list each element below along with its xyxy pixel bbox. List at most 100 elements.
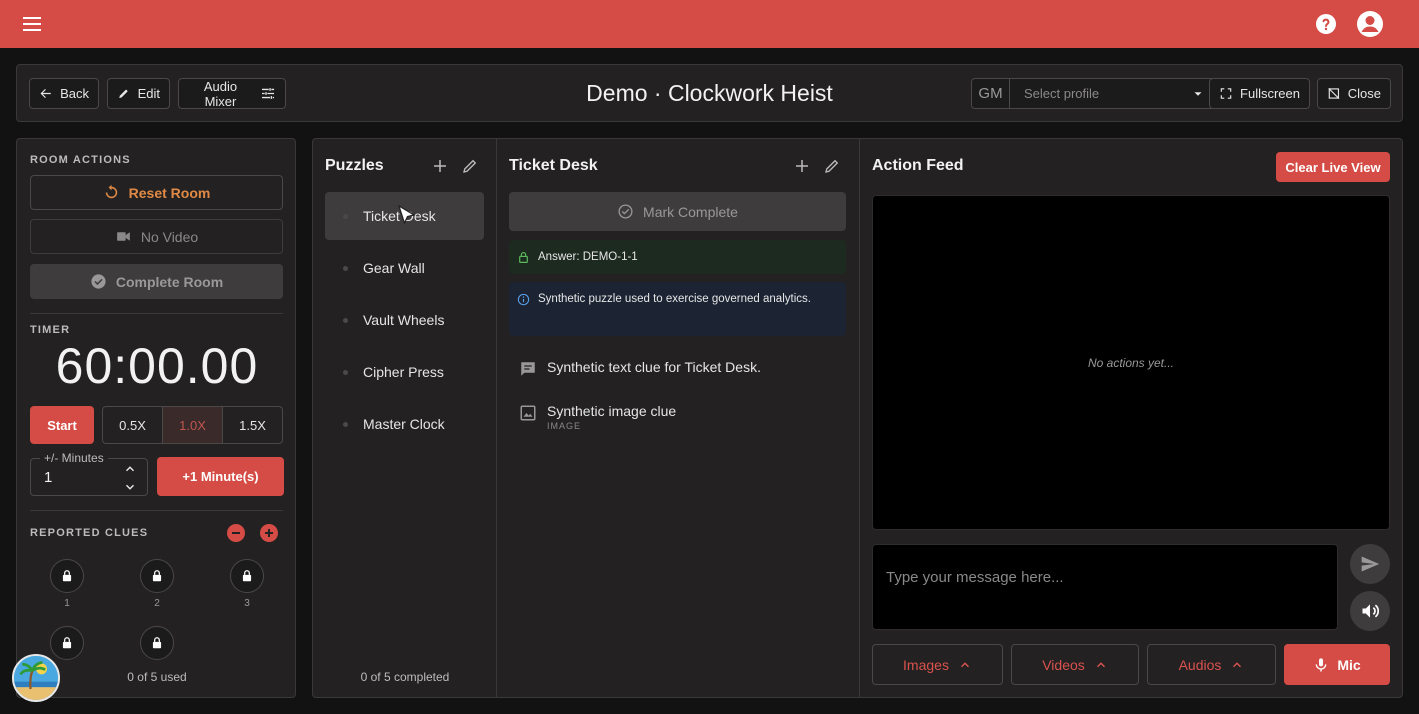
clue-slot-1[interactable] <box>50 559 84 593</box>
clue-item-text[interactable]: Synthetic text clue for Ticket Desk. <box>519 359 761 378</box>
complete-room-label: Complete Room <box>115 273 224 290</box>
close-window-icon <box>1328 87 1340 100</box>
edit-puzzles-icon[interactable] <box>461 157 481 177</box>
edit-puzzle-icon[interactable] <box>823 157 843 177</box>
room-actions-label: ROOM ACTIONS <box>30 154 131 166</box>
back-button[interactable]: Back <box>29 78 99 109</box>
audio-mixer-button[interactable]: Audio Mixer <box>178 78 286 109</box>
add-puzzle-icon[interactable] <box>431 157 451 177</box>
text-to-speech-button[interactable] <box>1350 591 1390 631</box>
puzzle-item-cipher-press[interactable]: Cipher Press <box>325 348 484 396</box>
puzzle-item-label: Vault Wheels <box>363 312 445 328</box>
minutes-spinner <box>123 462 141 494</box>
clue-slot-3[interactable] <box>230 559 264 593</box>
clue-text: Synthetic image clue <box>547 403 677 419</box>
puzzle-item-vault-wheels[interactable]: Vault Wheels <box>325 296 484 344</box>
edit-button[interactable]: Edit <box>107 78 170 109</box>
close-button[interactable]: Close <box>1317 78 1391 109</box>
feed-empty-text: No actions yet... <box>1087 355 1175 370</box>
fullscreen-button[interactable]: Fullscreen <box>1209 78 1310 109</box>
chevron-down-icon[interactable] <box>123 480 137 494</box>
room-actions-panel: ROOM ACTIONS Reset Room No Video Complet… <box>16 138 296 698</box>
images-button[interactable]: Images <box>872 644 1003 685</box>
clue-slot-4[interactable] <box>50 626 84 660</box>
chevron-up-icon[interactable] <box>123 462 137 476</box>
complete-room-button[interactable]: Complete Room <box>30 264 283 299</box>
remove-clue-icon[interactable] <box>227 524 245 542</box>
no-video-label: No Video <box>140 228 199 245</box>
profile-prefix: GM <box>972 79 1010 108</box>
no-video-button[interactable]: No Video <box>30 219 283 254</box>
add-clue-to-puzzle-icon[interactable] <box>793 157 813 177</box>
lock-icon <box>152 637 162 649</box>
puzzle-item-label: Master Clock <box>363 416 445 432</box>
divider <box>30 510 283 511</box>
speed-0-5x[interactable]: 0.5X <box>103 407 163 443</box>
mark-complete-button[interactable]: Mark Complete <box>509 192 846 231</box>
add-clue-icon[interactable] <box>260 524 278 542</box>
clue-text: Synthetic text clue for Ticket Desk. <box>547 359 761 375</box>
timer-label: TIMER <box>30 324 71 336</box>
chevron-up-icon <box>960 661 969 667</box>
mic-button[interactable]: Mic <box>1284 644 1390 685</box>
account-icon[interactable] <box>1356 10 1384 38</box>
puzzle-info-alert: Synthetic puzzle used to exercise govern… <box>509 282 846 336</box>
clue-slot-number: 2 <box>154 598 160 609</box>
fullscreen-label: Fullscreen <box>1240 86 1300 101</box>
answer-text: Answer: DEMO-1-1 <box>538 251 638 263</box>
reported-clues-label: REPORTED CLUES <box>30 527 149 539</box>
image-icon <box>520 405 536 421</box>
close-label: Close <box>1347 86 1381 101</box>
mark-complete-label: Mark Complete <box>643 203 738 220</box>
live-view: No actions yet... <box>872 195 1390 530</box>
puzzles-completed-count: 0 of 5 completed <box>360 670 450 684</box>
clue-slot-number: 3 <box>244 598 250 609</box>
clue-slot-number: 1 <box>64 598 70 609</box>
answer-alert: Answer: DEMO-1-1 <box>509 240 846 274</box>
volume-icon <box>1362 604 1380 618</box>
chat-bubble-icon <box>521 362 535 376</box>
beach-avatar-icon[interactable] <box>12 654 60 702</box>
room-header: Back Edit Audio Mixer Demo · Clockwork H… <box>16 64 1403 122</box>
puzzle-status-dot <box>343 317 348 323</box>
puzzle-item-master-clock[interactable]: Master Clock <box>325 400 484 448</box>
puzzle-item-gear-wall[interactable]: Gear Wall <box>325 244 484 292</box>
profile-select[interactable]: GM Select profile <box>971 78 1216 109</box>
action-feed-column: Action Feed Clear Live View No actions y… <box>860 139 1402 697</box>
reset-room-label: Reset Room <box>128 184 211 201</box>
add-minute-button[interactable]: +1 Minute(s) <box>157 457 284 496</box>
check-circle-outline-icon <box>618 204 633 219</box>
puzzle-detail-column: Ticket Desk Mark Complete Answer: DEMO-1… <box>497 139 860 697</box>
action-feed-title: Action Feed <box>872 157 964 174</box>
minutes-stepper[interactable]: +/- Minutes 1 <box>30 451 148 496</box>
menu-icon[interactable] <box>20 12 44 36</box>
videos-button[interactable]: Videos <box>1011 644 1139 685</box>
puzzle-status-dot <box>343 213 348 219</box>
send-button[interactable] <box>1350 544 1390 584</box>
speed-1-5x[interactable]: 1.5X <box>223 407 282 443</box>
chevron-up-icon <box>1233 661 1242 667</box>
fullscreen-icon <box>1220 88 1232 99</box>
arrow-left-icon <box>40 88 51 99</box>
message-input[interactable] <box>872 544 1338 630</box>
clue-slot-2[interactable] <box>140 559 174 593</box>
clue-item-image[interactable]: Synthetic image clue IMAGE <box>519 403 676 431</box>
pencil-icon <box>119 89 128 99</box>
puzzle-item-label: Cipher Press <box>363 364 444 380</box>
microphone-icon <box>1315 657 1327 672</box>
minutes-value[interactable]: 1 <box>44 469 52 486</box>
speed-1-0x[interactable]: 1.0X <box>163 407 223 443</box>
start-button[interactable]: Start <box>30 406 94 444</box>
clue-slot-5[interactable] <box>140 626 174 660</box>
speed-toggle-group: 0.5X 1.0X 1.5X <box>102 406 283 444</box>
game-master-panel: Puzzles Ticket Desk Gear Wall Vault Whee… <box>312 138 1403 698</box>
mouse-cursor-icon <box>396 204 418 228</box>
audio-mixer-label: Audio Mixer <box>203 78 238 109</box>
audios-button[interactable]: Audios <box>1147 644 1276 685</box>
caret-down-icon <box>1194 91 1202 96</box>
clear-live-view-button[interactable]: Clear Live View <box>1276 152 1390 182</box>
lock-icon <box>62 570 72 582</box>
reset-room-button[interactable]: Reset Room <box>30 175 283 210</box>
app-bar <box>0 0 1419 48</box>
help-icon[interactable] <box>1314 12 1338 36</box>
